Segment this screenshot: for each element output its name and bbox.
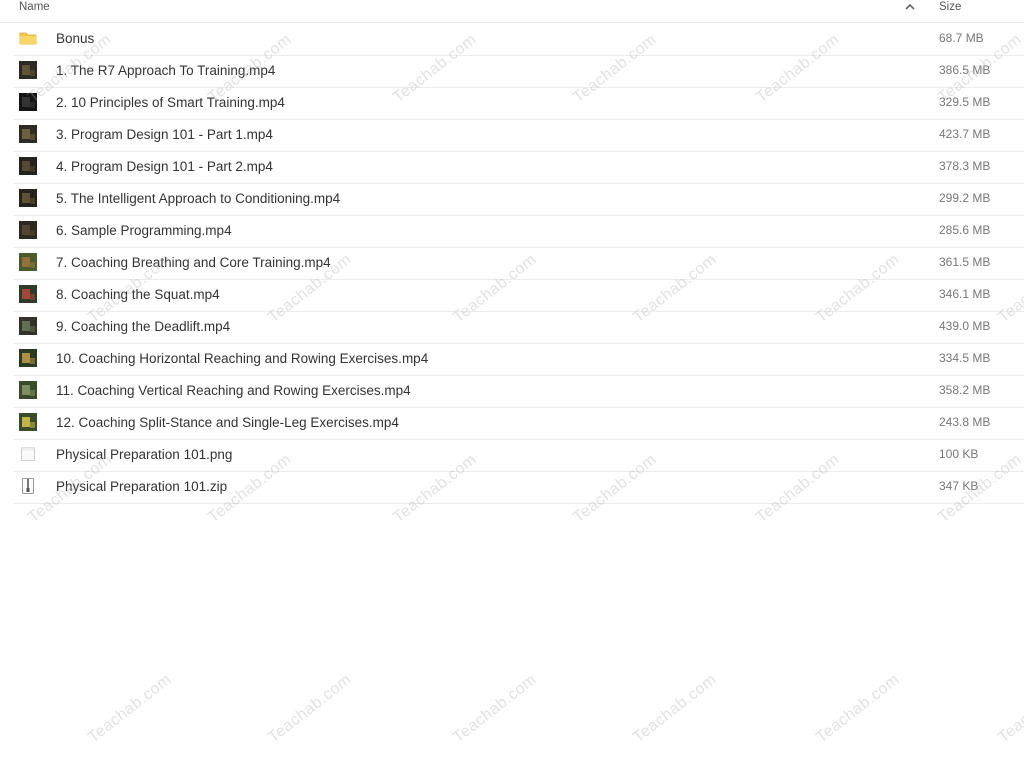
video-thumbnail-icon bbox=[19, 285, 37, 303]
file-size: 68.7 MB bbox=[939, 31, 984, 45]
video-thumbnail-icon bbox=[19, 253, 37, 271]
file-name: 6. Sample Programming.mp4 bbox=[56, 223, 232, 238]
file-list-header: Name Size bbox=[0, 0, 1024, 23]
file-size: 423.7 MB bbox=[939, 127, 991, 141]
file-name: 10. Coaching Horizontal Reaching and Row… bbox=[56, 351, 429, 366]
watermark-text: Teachab.com bbox=[630, 670, 720, 747]
chevron-up-icon[interactable] bbox=[903, 1, 917, 13]
file-row[interactable]: 11. Coaching Vertical Reaching and Rowin… bbox=[14, 375, 1024, 408]
file-row[interactable]: 5. The Intelligent Approach to Condition… bbox=[14, 183, 1024, 216]
file-name: 11. Coaching Vertical Reaching and Rowin… bbox=[56, 383, 411, 398]
watermark-text: Teachab.com bbox=[450, 670, 540, 747]
watermark-text: Teachab.com bbox=[995, 670, 1024, 747]
video-thumbnail-icon bbox=[19, 157, 37, 175]
video-thumbnail-icon bbox=[19, 189, 37, 207]
file-row[interactable]: 6. Sample Programming.mp4 285.6 MB bbox=[14, 215, 1024, 248]
file-size: 347 KB bbox=[939, 479, 979, 493]
file-name: Bonus bbox=[56, 31, 95, 46]
file-name: 7. Coaching Breathing and Core Training.… bbox=[56, 255, 331, 270]
video-thumbnail-icon bbox=[19, 61, 37, 79]
file-name: 12. Coaching Split-Stance and Single-Leg… bbox=[56, 415, 399, 430]
file-name: Physical Preparation 101.zip bbox=[56, 479, 228, 494]
file-row[interactable]: 7. Coaching Breathing and Core Training.… bbox=[14, 247, 1024, 280]
video-thumbnail-icon bbox=[19, 317, 37, 335]
file-size: 346.1 MB bbox=[939, 287, 991, 301]
file-size: 386.5 MB bbox=[939, 63, 991, 77]
video-thumbnail-icon bbox=[19, 125, 37, 143]
file-row[interactable]: 9. Coaching the Deadlift.mp4 439.0 MB bbox=[14, 311, 1024, 344]
file-name: 9. Coaching the Deadlift.mp4 bbox=[56, 319, 231, 334]
file-name: 8. Coaching the Squat.mp4 bbox=[56, 287, 220, 302]
file-row[interactable]: 10. Coaching Horizontal Reaching and Row… bbox=[14, 343, 1024, 376]
file-size: 299.2 MB bbox=[939, 191, 991, 205]
folder-icon bbox=[19, 32, 37, 45]
video-thumbnail-icon bbox=[19, 349, 37, 367]
archive-file-icon bbox=[22, 478, 34, 494]
file-row[interactable]: 2. 10 Principles of Smart Training.mp4 32… bbox=[14, 87, 1024, 120]
watermark-text: Teachab.com bbox=[265, 670, 355, 747]
file-size: 358.2 MB bbox=[939, 383, 991, 397]
file-row[interactable]: 8. Coaching the Squat.mp4 346.1 MB bbox=[14, 279, 1024, 312]
file-size: 285.6 MB bbox=[939, 223, 991, 237]
file-row[interactable]: 3. Program Design 101 - Part 1.mp4 423.7 … bbox=[14, 119, 1024, 152]
size-column-header[interactable]: Size bbox=[939, 0, 961, 14]
file-row[interactable]: Physical Preparation 101.zip 347 KB bbox=[14, 471, 1024, 504]
file-size: 361.5 MB bbox=[939, 255, 991, 269]
video-thumbnail-icon bbox=[19, 381, 37, 399]
file-row[interactable]: 4. Program Design 101 - Part 2.mp4 378.3 … bbox=[14, 151, 1024, 184]
file-size: 378.3 MB bbox=[939, 159, 991, 173]
name-column-header[interactable]: Name bbox=[19, 0, 50, 14]
file-row[interactable]: Bonus 68.7 MB bbox=[14, 23, 1024, 56]
file-row[interactable]: 1. The R7 Approach To Training.mp4 386.5 … bbox=[14, 55, 1024, 88]
file-size: 439.0 MB bbox=[939, 319, 991, 333]
file-name: 1. The R7 Approach To Training.mp4 bbox=[56, 63, 276, 78]
file-name: Physical Preparation 101.png bbox=[56, 447, 233, 462]
video-thumbnail-icon bbox=[19, 93, 37, 111]
watermark-text: Teachab.com bbox=[813, 670, 903, 747]
file-row[interactable]: 12. Coaching Split-Stance and Single-Leg… bbox=[14, 407, 1024, 440]
file-size: 243.8 MB bbox=[939, 415, 991, 429]
watermark-text: Teachab.com bbox=[85, 670, 175, 747]
file-name: 3. Program Design 101 - Part 1.mp4 bbox=[56, 127, 273, 142]
file-row[interactable]: Physical Preparation 101.png 100 KB bbox=[14, 439, 1024, 472]
file-size: 334.5 MB bbox=[939, 351, 991, 365]
file-size: 100 KB bbox=[939, 447, 979, 461]
image-file-icon bbox=[21, 447, 35, 461]
video-thumbnail-icon bbox=[19, 221, 37, 239]
file-name: 2. 10 Principles of Smart Training.mp4 bbox=[56, 95, 285, 110]
file-size: 329.5 MB bbox=[939, 95, 991, 109]
file-name: 4. Program Design 101 - Part 2.mp4 bbox=[56, 159, 273, 174]
file-name: 5. The Intelligent Approach to Condition… bbox=[56, 191, 341, 206]
video-thumbnail-icon bbox=[19, 413, 37, 431]
